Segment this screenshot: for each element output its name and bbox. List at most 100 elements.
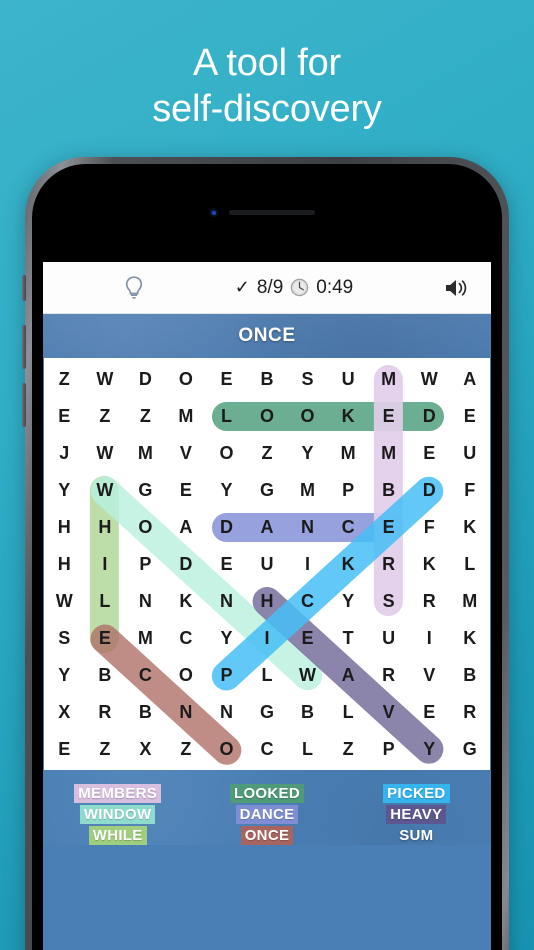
grid-cell-r10-c2[interactable]: R [85, 694, 126, 731]
grid-cell-r9-c7[interactable]: W [287, 657, 328, 694]
word-list-item-heavy[interactable]: HEAVY [386, 805, 447, 824]
grid-cell-r9-c4[interactable]: O [166, 657, 207, 694]
grid-cell-r11-c6[interactable]: C [247, 731, 288, 768]
grid-cell-r7-c5[interactable]: N [206, 583, 247, 620]
grid-cell-r5-c9[interactable]: E [368, 509, 409, 546]
grid-cell-r6-c7[interactable]: I [287, 546, 328, 583]
grid-cell-r10-c8[interactable]: L [328, 694, 369, 731]
grid-cell-r3-c6[interactable]: Z [247, 435, 288, 472]
grid-cell-r5-c3[interactable]: O [125, 509, 166, 546]
grid-cell-r3-c9[interactable]: M [368, 435, 409, 472]
grid-cell-r8-c10[interactable]: I [409, 620, 450, 657]
grid-cell-r7-c3[interactable]: N [125, 583, 166, 620]
grid-cell-r11-c7[interactable]: L [287, 731, 328, 768]
lightbulb-icon[interactable] [123, 275, 145, 301]
grid-cell-r9-c5[interactable]: P [206, 657, 247, 694]
grid-cell-r8-c1[interactable]: S [44, 620, 85, 657]
grid-cell-r4-c4[interactable]: E [166, 472, 207, 509]
grid-cell-r11-c11[interactable]: G [449, 731, 490, 768]
grid-cell-r11-c4[interactable]: Z [166, 731, 207, 768]
grid-cell-r8-c4[interactable]: C [166, 620, 207, 657]
grid-cell-r6-c8[interactable]: K [328, 546, 369, 583]
grid-cell-r10-c6[interactable]: G [247, 694, 288, 731]
grid-cell-r8-c9[interactable]: U [368, 620, 409, 657]
grid-cell-r1-c8[interactable]: U [328, 361, 369, 398]
grid-cell-r9-c10[interactable]: V [409, 657, 450, 694]
grid-cell-r2-c6[interactable]: O [247, 398, 288, 435]
grid-cell-r2-c3[interactable]: Z [125, 398, 166, 435]
letter-grid[interactable]: ZWDOEBSUMWAEZZMLOOKEDEJWMVOZYMMEUYWGEYGM… [44, 361, 490, 770]
grid-cell-r11-c9[interactable]: P [368, 731, 409, 768]
grid-cell-r9-c3[interactable]: C [125, 657, 166, 694]
grid-cell-r5-c7[interactable]: N [287, 509, 328, 546]
word-list-item-while[interactable]: WHILE [88, 826, 147, 845]
grid-cell-r2-c7[interactable]: O [287, 398, 328, 435]
grid-cell-r2-c5[interactable]: L [206, 398, 247, 435]
grid-cell-r6-c5[interactable]: E [206, 546, 247, 583]
grid-cell-r7-c7[interactable]: C [287, 583, 328, 620]
grid-cell-r6-c6[interactable]: U [247, 546, 288, 583]
grid-cell-r5-c6[interactable]: A [247, 509, 288, 546]
grid-cell-r6-c11[interactable]: L [449, 546, 490, 583]
grid-cell-r6-c9[interactable]: R [368, 546, 409, 583]
grid-cell-r4-c6[interactable]: G [247, 472, 288, 509]
grid-cell-r1-c6[interactable]: B [247, 361, 288, 398]
grid-cell-r5-c4[interactable]: A [166, 509, 207, 546]
grid-cell-r5-c2[interactable]: H [85, 509, 126, 546]
grid-cell-r3-c2[interactable]: W [85, 435, 126, 472]
word-list-item-members[interactable]: MEMBERS [74, 784, 162, 803]
grid-cell-r6-c2[interactable]: I [85, 546, 126, 583]
word-list-item-sum[interactable]: SUM [395, 826, 437, 845]
grid-cell-r6-c1[interactable]: H [44, 546, 85, 583]
hamburger-menu-icon[interactable] [61, 283, 87, 293]
grid-cell-r10-c11[interactable]: R [449, 694, 490, 731]
grid-cell-r4-c2[interactable]: W [85, 472, 126, 509]
grid-cell-r7-c8[interactable]: Y [328, 583, 369, 620]
grid-cell-r3-c7[interactable]: Y [287, 435, 328, 472]
grid-cell-r2-c1[interactable]: E [44, 398, 85, 435]
grid-cell-r11-c5[interactable]: O [206, 731, 247, 768]
grid-cell-r2-c8[interactable]: K [328, 398, 369, 435]
grid-cell-r11-c10[interactable]: Y [409, 731, 450, 768]
grid-cell-r3-c5[interactable]: O [206, 435, 247, 472]
grid-cell-r10-c7[interactable]: B [287, 694, 328, 731]
grid-cell-r7-c6[interactable]: H [247, 583, 288, 620]
grid-cell-r10-c4[interactable]: N [166, 694, 207, 731]
grid-cell-r10-c5[interactable]: N [206, 694, 247, 731]
grid-cell-r3-c8[interactable]: M [328, 435, 369, 472]
grid-cell-r11-c8[interactable]: Z [328, 731, 369, 768]
grid-cell-r7-c1[interactable]: W [44, 583, 85, 620]
grid-cell-r7-c9[interactable]: S [368, 583, 409, 620]
grid-cell-r2-c2[interactable]: Z [85, 398, 126, 435]
grid-cell-r5-c5[interactable]: D [206, 509, 247, 546]
grid-cell-r8-c5[interactable]: Y [206, 620, 247, 657]
grid-cell-r3-c10[interactable]: E [409, 435, 450, 472]
grid-cell-r2-c9[interactable]: E [368, 398, 409, 435]
grid-cell-r5-c1[interactable]: H [44, 509, 85, 546]
grid-cell-r8-c3[interactable]: M [125, 620, 166, 657]
grid-cell-r11-c2[interactable]: Z [85, 731, 126, 768]
grid-cell-r1-c3[interactable]: D [125, 361, 166, 398]
grid-cell-r10-c9[interactable]: V [368, 694, 409, 731]
grid-cell-r9-c11[interactable]: B [449, 657, 490, 694]
grid-cell-r4-c7[interactable]: M [287, 472, 328, 509]
grid-cell-r1-c7[interactable]: S [287, 361, 328, 398]
grid-cell-r9-c8[interactable]: A [328, 657, 369, 694]
grid-cell-r8-c6[interactable]: I [247, 620, 288, 657]
grid-cell-r10-c3[interactable]: B [125, 694, 166, 731]
grid-cell-r1-c9[interactable]: M [368, 361, 409, 398]
grid-cell-r3-c1[interactable]: J [44, 435, 85, 472]
grid-cell-r7-c10[interactable]: R [409, 583, 450, 620]
grid-cell-r2-c11[interactable]: E [449, 398, 490, 435]
grid-cell-r1-c10[interactable]: W [409, 361, 450, 398]
word-list-item-dance[interactable]: DANCE [235, 805, 299, 824]
grid-cell-r9-c1[interactable]: Y [44, 657, 85, 694]
grid-cell-r2-c10[interactable]: D [409, 398, 450, 435]
grid-cell-r9-c2[interactable]: B [85, 657, 126, 694]
grid-cell-r3-c11[interactable]: U [449, 435, 490, 472]
grid-cell-r10-c1[interactable]: X [44, 694, 85, 731]
grid-cell-r5-c10[interactable]: F [409, 509, 450, 546]
grid-cell-r1-c11[interactable]: A [449, 361, 490, 398]
grid-cell-r2-c4[interactable]: M [166, 398, 207, 435]
grid-cell-r8-c2[interactable]: E [85, 620, 126, 657]
